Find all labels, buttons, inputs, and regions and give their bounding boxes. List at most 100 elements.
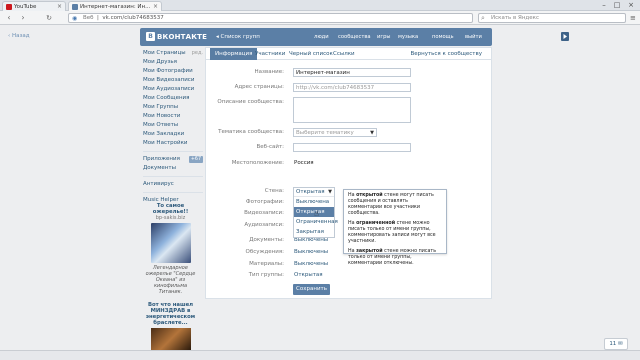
left-menu-item[interactable]: Мои Видеозаписи (143, 76, 203, 85)
search-placeholder: Искать в Яндекс (491, 15, 539, 21)
divider (143, 176, 203, 177)
search-input[interactable]: ⌕ Искать в Яндекс (478, 13, 626, 23)
location-value[interactable]: Россия (294, 160, 314, 166)
left-menu-item[interactable]: Мои Новости (143, 112, 203, 121)
wall-option-disabled[interactable]: Выключена (294, 197, 334, 207)
left-menu-item[interactable]: Мои Фотографии (143, 67, 203, 76)
browser-toolbar: ‹ › ↻ ◉ Веб | vk.com/club74683537 ⌕ Иска… (0, 11, 640, 25)
address-field[interactable]: http://vk.com/club74683537 (293, 83, 411, 92)
browser-menu-icon[interactable]: ≡ (630, 14, 636, 22)
left-menu-item[interactable]: Мои Закладки (143, 130, 203, 139)
left-menu-item[interactable]: Мои Ответы (143, 121, 203, 130)
address-label: Адрес страницы: (234, 84, 284, 90)
nav-help[interactable]: помощь (432, 34, 454, 40)
address-bar[interactable]: ◉ Веб | vk.com/club74683537 (68, 13, 473, 23)
discussions-value[interactable]: Выключены (294, 249, 328, 255)
tab-links[interactable]: Ссылки (328, 48, 360, 60)
ad-site: bp-sakis.biz (155, 215, 186, 221)
apps-badge: +67 (188, 156, 203, 163)
save-button[interactable]: Сохранить (293, 284, 330, 295)
browser-tab-vk[interactable]: Интернет-магазин: Ин... × (68, 1, 162, 11)
back-icon[interactable]: ‹ (4, 14, 14, 22)
ad-title[interactable]: Вот что нашел МИНЗДРАВ в энергетическом … (143, 302, 198, 326)
nav-music[interactable]: музыка (398, 34, 418, 40)
description-field[interactable] (293, 97, 411, 123)
close-window-icon[interactable]: × (625, 1, 637, 9)
left-menu-item[interactable]: Антивирус (143, 180, 203, 189)
materials-label: Материалы: (249, 261, 284, 267)
name-field[interactable]: Интернет-магазин (293, 68, 411, 77)
materials-value[interactable]: Выключены (294, 261, 328, 267)
music-play-icon[interactable] (561, 32, 569, 43)
left-menu-item[interactable]: Мои Друзья (143, 58, 203, 67)
tooltip-paragraph: На ограниченной стене можно писать тольк… (348, 221, 436, 244)
nav-games[interactable]: игры (377, 34, 391, 40)
edit-link[interactable]: ред. (192, 49, 203, 58)
video-label: Видеозаписи: (244, 210, 284, 216)
left-menu-item[interactable]: Мои Страницы ред. (143, 49, 203, 58)
wall-help-tooltip: На открытой стене могут писать сообщения… (343, 189, 447, 266)
mouse-cursor-icon: ☝ (314, 209, 319, 218)
name-label: Название: (254, 69, 284, 75)
browser-tab-youtube[interactable]: YouTube × (2, 1, 66, 11)
left-menu-item[interactable]: Мои Аудиозаписи (143, 85, 203, 94)
vk-logo-text: ВКОНТАКТЕ (157, 32, 208, 41)
nav-people[interactable]: люди (314, 34, 329, 40)
ad-image[interactable] (150, 223, 191, 263)
maximize-icon[interactable]: □ (611, 1, 623, 9)
group-settings-panel: Информация Участники Черный список Ссылк… (205, 47, 492, 299)
notification-badge[interactable]: 11 ✉ (604, 338, 628, 350)
youtube-icon (6, 3, 12, 10)
page-viewport: ‹ Назад B ВКОНТАКТЕ ◂ Список групп люди … (0, 25, 640, 350)
wall-dropdown-selected[interactable]: Открытая ▼ (294, 188, 334, 197)
ad-title[interactable]: То самое ожерелье!! (143, 203, 198, 215)
discussions-label: Обсуждения: (245, 249, 284, 255)
docs-label: Документы: (249, 237, 284, 243)
photos-label: Фотографии: (245, 199, 284, 205)
search-icon: ⌕ (481, 14, 485, 22)
left-menu: Мои Страницы ред. Мои Друзья Мои Фотограф… (143, 49, 203, 205)
url-protocol: Веб (83, 15, 94, 21)
chevron-down-icon: ▼ (370, 130, 374, 136)
group-type-value[interactable]: Открытая (294, 272, 323, 278)
tab-title: YouTube (14, 3, 37, 10)
wall-option-limited[interactable]: Ограниченная (294, 217, 338, 227)
topic-select[interactable]: Выберите тематику ▼ (293, 128, 377, 137)
left-menu-item[interactable]: Мои Группы (143, 103, 203, 112)
browser-tab-bar: YouTube × Интернет-магазин: Ин... × – □ … (0, 0, 640, 11)
status-bar (0, 350, 640, 360)
settings-tabs: Информация Участники Черный список Ссылк… (206, 48, 491, 60)
group-type-label: Тип группы: (248, 272, 284, 278)
ad-image[interactable] (150, 328, 191, 350)
wall-option-closed[interactable]: Закрытая (294, 227, 334, 237)
tab-title: Интернет-магазин: Ин... (80, 3, 151, 10)
ad-block[interactable]: Вот что нашел МИНЗДРАВ в энергетическом … (143, 302, 198, 352)
groups-list-link[interactable]: ◂ Список групп (216, 34, 260, 40)
tooltip-paragraph: На закрытой стене можно писать только от… (348, 249, 437, 266)
audio-label: Аудиозаписи: (244, 222, 284, 228)
ad-text: Легендарное ожерелье "Сердце Океана" из … (145, 265, 196, 295)
close-tab-icon[interactable]: × (153, 3, 158, 10)
topic-label: Тематика сообщества: (218, 129, 284, 135)
nav-communities[interactable]: сообщества (338, 34, 371, 40)
left-menu-item[interactable]: Мои Сообщения (143, 94, 203, 103)
nav-logout[interactable]: выйти (465, 34, 482, 40)
ad-block[interactable]: То самое ожерелье!! bp-sakis.biz Легенда… (143, 203, 198, 295)
left-menu-item-apps[interactable]: Приложения +67 (143, 155, 203, 164)
wall-label: Стена: (264, 188, 284, 194)
divider (143, 151, 203, 152)
left-menu-item[interactable]: Документы (143, 164, 203, 173)
vk-header: B ВКОНТАКТЕ ◂ Список групп люди сообщест… (140, 28, 569, 46)
reload-icon[interactable]: ↻ (44, 14, 54, 22)
back-to-community-link[interactable]: Вернуться к сообществу (405, 48, 487, 60)
website-field[interactable] (293, 143, 411, 152)
back-link[interactable]: ‹ Назад (8, 33, 30, 39)
description-label: Описание сообщества: (217, 99, 284, 105)
close-tab-icon[interactable]: × (57, 3, 62, 10)
tooltip-paragraph: На открытой стене могут писать сообщения… (348, 193, 434, 216)
minimize-icon[interactable]: – (598, 1, 610, 9)
globe-icon: ◉ (72, 15, 78, 22)
vk-logo[interactable]: B ВКОНТАКТЕ (146, 32, 207, 41)
left-menu-item[interactable]: Мои Настройки (143, 139, 203, 148)
forward-icon[interactable]: › (18, 14, 28, 22)
